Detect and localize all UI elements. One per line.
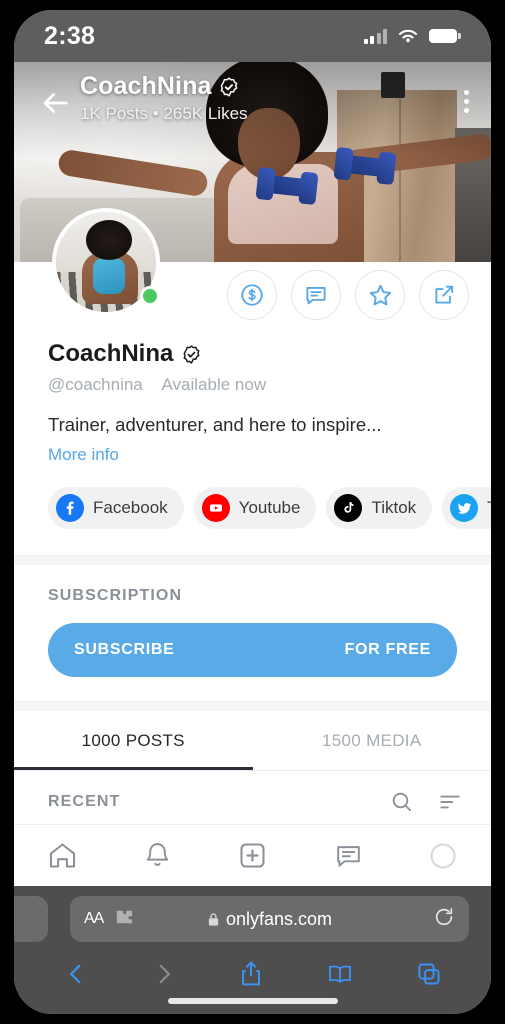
profile-display-name: CoachNina	[48, 340, 174, 367]
browser-domain: onlyfans.com	[225, 908, 333, 929]
dumbbell-icon	[342, 154, 388, 178]
social-chip-twitter[interactable]: Twitter	[442, 487, 491, 529]
profile-availability: Available now	[161, 375, 267, 394]
subscribe-button[interactable]: SUBSCRIBE FOR FREE	[48, 623, 457, 677]
feed-toolbar-icons	[389, 789, 463, 815]
reload-icon[interactable]	[433, 906, 455, 933]
profile-actions	[227, 270, 469, 320]
home-icon[interactable]	[46, 839, 79, 872]
battery-icon	[429, 29, 461, 43]
browser-url-text: onlyfans.com	[70, 909, 469, 930]
home-indicator	[167, 998, 338, 1004]
phone-frame: 2:38 CoachNina 1K Posts • 265K Likes Coa…	[0, 0, 505, 1024]
browser-url-row: AA onlyfans.com	[14, 886, 491, 952]
subscribe-price: FOR FREE	[344, 641, 431, 658]
avatar-outfit	[93, 258, 125, 294]
social-label: Youtube	[238, 498, 301, 517]
social-chip-youtube[interactable]: Youtube	[193, 487, 317, 529]
cellular-signal-icon	[363, 28, 387, 44]
app-bottom-nav	[14, 824, 491, 886]
message-button[interactable]	[291, 270, 341, 320]
status-bar: 2:38	[14, 10, 491, 62]
avatar-hair	[86, 220, 132, 260]
cover-top-bar: CoachNina 1K Posts • 265K Likes	[14, 72, 491, 124]
profile-handle-row: @coachnina Available now	[48, 375, 457, 395]
content-tabs: 1000 POSTS 1500 MEDIA	[14, 711, 491, 771]
feed-toolbar: RECENT	[14, 771, 491, 829]
plus-box-icon[interactable]	[236, 839, 269, 872]
browser-toolbar	[14, 952, 491, 996]
more-info-link[interactable]: More info	[48, 445, 457, 465]
social-label: Twitter	[487, 498, 491, 518]
social-links: Facebook Youtube Tiktok Twitter	[14, 465, 491, 529]
profile-top-row	[14, 208, 491, 332]
section-divider	[14, 555, 491, 565]
chat-bubble-icon	[306, 287, 326, 305]
status-icons	[363, 28, 461, 45]
sort-icon[interactable]	[437, 789, 463, 815]
profile-name-row: CoachNina	[48, 340, 457, 368]
dumbbell-icon	[264, 174, 310, 198]
tabs-icon[interactable]	[416, 961, 442, 987]
share-button[interactable]	[419, 270, 469, 320]
star-icon	[369, 284, 391, 305]
browser-chrome: AA onlyfans.com	[14, 886, 491, 1014]
social-label: Tiktok	[371, 498, 417, 517]
social-chip-facebook[interactable]: Facebook	[48, 487, 184, 529]
tab-posts[interactable]: 1000 POSTS	[14, 711, 253, 770]
browser-forward-icon	[159, 964, 170, 984]
tip-button[interactable]	[227, 270, 277, 320]
back-arrow-icon[interactable]	[38, 86, 72, 120]
social-label: Facebook	[93, 498, 168, 517]
profile-handle: @coachnina	[48, 375, 143, 394]
verified-badge-icon	[183, 344, 200, 364]
subscription-title: SUBSCRIPTION	[48, 587, 183, 604]
chat-bubble-icon[interactable]	[333, 840, 364, 871]
cover-display-name: CoachNina	[80, 72, 212, 100]
status-time: 2:38	[44, 21, 96, 50]
recent-label: RECENT	[48, 793, 121, 810]
browser-address-bar[interactable]: AA onlyfans.com	[70, 896, 469, 942]
tiktok-icon	[334, 494, 363, 522]
social-chip-tiktok[interactable]: Tiktok	[326, 487, 433, 529]
adjacent-tab-card[interactable]	[14, 896, 48, 942]
share-icon	[435, 285, 454, 304]
wifi-icon	[398, 29, 418, 42]
youtube-icon	[201, 494, 230, 522]
facebook-icon	[56, 494, 84, 522]
subscribe-label: SUBSCRIBE	[74, 641, 175, 658]
profile-bio: CoachNina @coachnina Available now Train…	[14, 332, 491, 465]
browser-back-icon[interactable]	[63, 961, 89, 987]
subscription-section: SUBSCRIPTION SUBSCRIBE FOR FREE	[14, 565, 491, 701]
cover-stats: 1K Posts • 265K Likes	[80, 104, 248, 123]
online-status-dot	[140, 286, 160, 306]
more-vertical-icon[interactable]	[464, 90, 469, 113]
search-icon[interactable]	[389, 789, 415, 815]
tab-media[interactable]: 1500 MEDIA	[253, 711, 492, 770]
avatar-circle-icon[interactable]	[427, 840, 459, 872]
phone-screen: 2:38 CoachNina 1K Posts • 265K Likes Coa…	[14, 10, 491, 1014]
twitter-icon	[450, 494, 479, 522]
dollar-circle-icon	[241, 284, 263, 306]
profile-bio-text: Trainer, adventurer, and here to inspire…	[48, 414, 382, 435]
lock-icon	[208, 912, 219, 926]
browser-share-icon[interactable]	[238, 960, 264, 988]
section-divider	[14, 701, 491, 711]
bell-icon[interactable]	[142, 840, 173, 871]
bookmarks-icon[interactable]	[326, 962, 354, 986]
cover-title-block: CoachNina 1K Posts • 265K Likes	[80, 72, 248, 124]
cover-name-row: CoachNina	[80, 72, 248, 101]
favorite-button[interactable]	[355, 270, 405, 320]
verified-badge-icon	[221, 76, 238, 97]
